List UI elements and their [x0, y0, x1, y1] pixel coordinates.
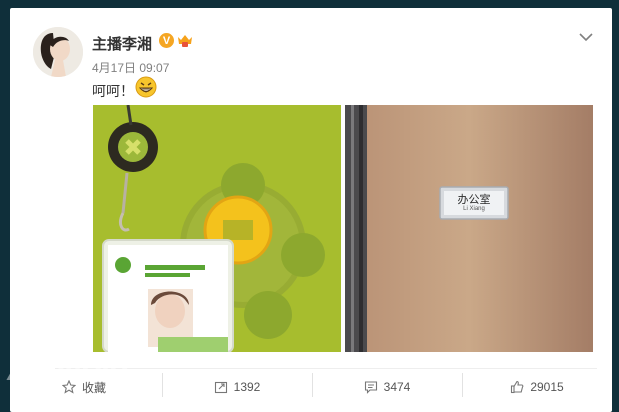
comment-count: 3474 [383, 380, 411, 394]
watermark-logo: ANDROID www.anzhi.com [0, 348, 135, 412]
thumbs-up-icon [510, 380, 524, 394]
door-sign-title: 办公室 [457, 193, 491, 206]
avatar[interactable] [33, 27, 83, 77]
like-button[interactable]: 29015 [463, 372, 611, 402]
action-bar-divider [55, 368, 597, 369]
comment-button[interactable]: 3474 [313, 372, 461, 402]
grin-emoji-icon [135, 76, 157, 98]
watermark-text: ANDROID [8, 358, 128, 386]
like-count: 29015 [530, 380, 564, 394]
watermark-url: www.anzhi.com [38, 392, 101, 402]
member-crown-icon[interactable] [177, 33, 193, 48]
post-text: 呵呵！ [92, 84, 134, 100]
verified-icon[interactable]: V [159, 33, 174, 48]
chevron-down-icon[interactable] [578, 28, 594, 42]
post-timestamp[interactable]: 4月17日 09:07 [92, 59, 169, 76]
username[interactable]: 主播李湘 [92, 33, 152, 54]
repost-icon [214, 380, 228, 394]
badges: V [159, 33, 193, 48]
repost-button[interactable]: 1392 [163, 372, 311, 402]
repost-count: 1392 [233, 380, 261, 394]
post-image-office-door[interactable]: 办公室 Li Xiang [345, 105, 593, 352]
door-sign-subtitle: Li Xiang [463, 206, 485, 212]
post-image-id-badge[interactable] [93, 105, 341, 352]
comment-icon [364, 380, 378, 394]
